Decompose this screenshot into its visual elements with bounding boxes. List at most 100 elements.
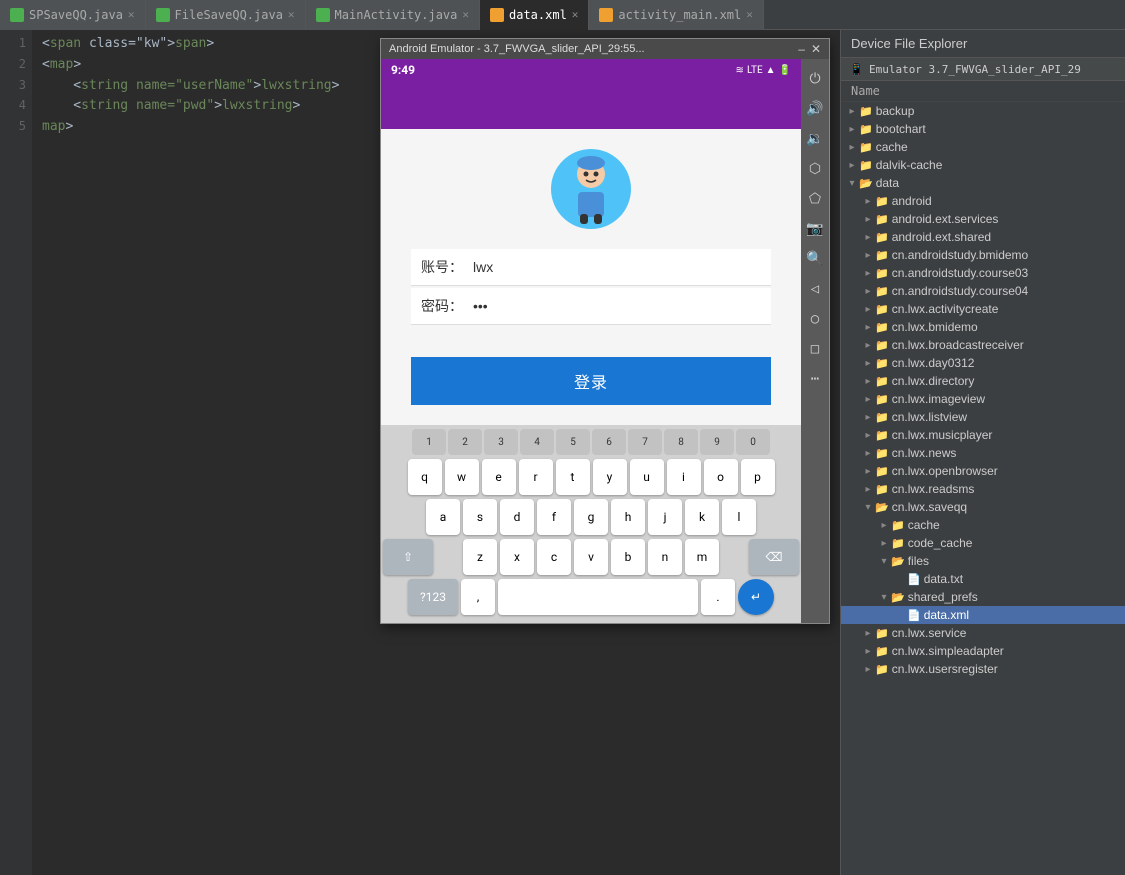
fe-item-cn-androidstudy-bmidemo[interactable]: ▸📁cn.androidstudy.bmidemo — [841, 246, 1125, 264]
tab-activity_main_xml[interactable]: activity_main.xml ✕ — [589, 0, 763, 30]
kb-num-1[interactable]: 1 — [412, 429, 446, 455]
camera-button[interactable]: 📷 — [805, 219, 825, 239]
kb-key-b[interactable]: b — [611, 539, 645, 575]
rotate2-button[interactable]: ⬠ — [805, 189, 825, 209]
kb-key-q[interactable]: q — [408, 459, 442, 495]
fe-item-cn-lwx-broadcastreceiver[interactable]: ▸📁cn.lwx.broadcastreceiver — [841, 336, 1125, 354]
kb-key-k[interactable]: k — [685, 499, 719, 535]
fe-item-cache[interactable]: ▸📁cache — [841, 138, 1125, 156]
comma-key[interactable]: , — [461, 579, 495, 615]
password-field[interactable]: 密码： ••• — [411, 288, 771, 325]
fe-item-cn-lwx-activitycreate[interactable]: ▸📁cn.lwx.activitycreate — [841, 300, 1125, 318]
kb-key-n[interactable]: n — [648, 539, 682, 575]
kb-key-s[interactable]: s — [463, 499, 497, 535]
fe-item-data[interactable]: ▾📂data — [841, 174, 1125, 192]
rotate-button[interactable]: ⬡ — [805, 159, 825, 179]
back-button[interactable]: ◁ — [805, 279, 825, 299]
kb-key-o[interactable]: o — [704, 459, 738, 495]
period-key[interactable]: . — [701, 579, 735, 615]
shift-key[interactable]: ⇧ — [383, 539, 433, 575]
tab-SPSaveQQ[interactable]: SPSaveQQ.java ✕ — [0, 0, 146, 30]
tab-close-SPSaveQQ[interactable]: ✕ — [128, 8, 135, 21]
kb-key-g[interactable]: g — [574, 499, 608, 535]
kb-num-3[interactable]: 3 — [484, 429, 518, 455]
delete-key[interactable]: ⌫ — [749, 539, 799, 575]
kb-num-5[interactable]: 5 — [556, 429, 590, 455]
home-button[interactable]: ○ — [805, 309, 825, 329]
kb-key-h[interactable]: h — [611, 499, 645, 535]
fe-item-cn-androidstudy-course03[interactable]: ▸📁cn.androidstudy.course03 — [841, 264, 1125, 282]
kb-key-l[interactable]: l — [722, 499, 756, 535]
fe-item-cn-lwx-musicplayer[interactable]: ▸📁cn.lwx.musicplayer — [841, 426, 1125, 444]
kb-num-8[interactable]: 8 — [664, 429, 698, 455]
login-button[interactable]: 登录 — [411, 357, 771, 405]
fe-item-cn-lwx-openbrowser[interactable]: ▸📁cn.lwx.openbrowser — [841, 462, 1125, 480]
kb-num-0[interactable]: 0 — [736, 429, 770, 455]
tab-close-activity_main_xml[interactable]: ✕ — [746, 8, 753, 21]
fe-item-cn-androidstudy-course04[interactable]: ▸📁cn.androidstudy.course04 — [841, 282, 1125, 300]
kb-key-t[interactable]: t — [556, 459, 590, 495]
zoom-button[interactable]: 🔍 — [805, 249, 825, 269]
fe-item-files[interactable]: ▾📂files — [841, 552, 1125, 570]
kb-key-e[interactable]: e — [482, 459, 516, 495]
tab-data_xml[interactable]: data.xml ✕ — [480, 0, 589, 30]
fe-item-cn-lwx-service[interactable]: ▸📁cn.lwx.service — [841, 624, 1125, 642]
kb-key-f[interactable]: f — [537, 499, 571, 535]
kb-key-d[interactable]: d — [500, 499, 534, 535]
account-field[interactable]: 账号： lwx — [411, 249, 771, 286]
kb-key-a[interactable]: a — [426, 499, 460, 535]
kb-key-i[interactable]: i — [667, 459, 701, 495]
kb-key-c[interactable]: c — [537, 539, 571, 575]
fe-item-android-ext-services[interactable]: ▸📁android.ext.services — [841, 210, 1125, 228]
kb-num-9[interactable]: 9 — [700, 429, 734, 455]
fe-item-cn-lwx-saveqq[interactable]: ▾📂cn.lwx.saveqq — [841, 498, 1125, 516]
kb-key-z[interactable]: z — [463, 539, 497, 575]
kb-num-4[interactable]: 4 — [520, 429, 554, 455]
minimize-button[interactable]: – — [798, 42, 805, 56]
fe-item-data-xml[interactable]: 📄data.xml — [841, 606, 1125, 624]
fe-item-cn-lwx-bmidemo[interactable]: ▸📁cn.lwx.bmidemo — [841, 318, 1125, 336]
more-button[interactable]: ⋯ — [805, 369, 825, 389]
space-key[interactable] — [498, 579, 698, 615]
kb-num-2[interactable]: 2 — [448, 429, 482, 455]
fe-item-cn-lwx-usersregister[interactable]: ▸📁cn.lwx.usersregister — [841, 660, 1125, 678]
tab-close-MainActivity[interactable]: ✕ — [462, 8, 469, 21]
fe-item-dalvik-cache[interactable]: ▸📁dalvik-cache — [841, 156, 1125, 174]
fe-item-cache[interactable]: ▸📁cache — [841, 516, 1125, 534]
fe-item-data-txt[interactable]: 📄data.txt — [841, 570, 1125, 588]
volume-up-button[interactable]: 🔊 — [805, 99, 825, 119]
close-button[interactable]: ✕ — [811, 42, 821, 56]
kb-key-j[interactable]: j — [648, 499, 682, 535]
fe-item-cn-lwx-news[interactable]: ▸📁cn.lwx.news — [841, 444, 1125, 462]
square-button[interactable]: □ — [805, 339, 825, 359]
power-button[interactable]: ⏻ — [805, 69, 825, 89]
kb-num-7[interactable]: 7 — [628, 429, 662, 455]
kb-key-x[interactable]: x — [500, 539, 534, 575]
tab-close-FileSaveQQ[interactable]: ✕ — [288, 8, 295, 21]
num-switch-key[interactable]: ?123 — [408, 579, 458, 615]
fe-item-bootchart[interactable]: ▸📁bootchart — [841, 120, 1125, 138]
enter-key[interactable]: ↵ — [738, 579, 774, 615]
kb-key-u[interactable]: u — [630, 459, 664, 495]
fe-item-cn-lwx-listview[interactable]: ▸📁cn.lwx.listview — [841, 408, 1125, 426]
fe-item-backup[interactable]: ▸📁backup — [841, 102, 1125, 120]
fe-item-cn-lwx-readsms[interactable]: ▸📁cn.lwx.readsms — [841, 480, 1125, 498]
kb-num-6[interactable]: 6 — [592, 429, 626, 455]
fe-item-cn-lwx-simpleadapter[interactable]: ▸📁cn.lwx.simpleadapter — [841, 642, 1125, 660]
kb-key-p[interactable]: p — [741, 459, 775, 495]
kb-key-m[interactable]: m — [685, 539, 719, 575]
fe-item-cn-lwx-imageview[interactable]: ▸📁cn.lwx.imageview — [841, 390, 1125, 408]
fe-item-android-ext-shared[interactable]: ▸📁android.ext.shared — [841, 228, 1125, 246]
tab-MainActivity[interactable]: MainActivity.java ✕ — [306, 0, 480, 30]
kb-key-y[interactable]: y — [593, 459, 627, 495]
kb-key-r[interactable]: r — [519, 459, 553, 495]
tab-FileSaveQQ[interactable]: FileSaveQQ.java ✕ — [146, 0, 306, 30]
fe-item-cn-lwx-day0312[interactable]: ▸📁cn.lwx.day0312 — [841, 354, 1125, 372]
kb-key-v[interactable]: v — [574, 539, 608, 575]
fe-item-android[interactable]: ▸📁android — [841, 192, 1125, 210]
kb-key-w[interactable]: w — [445, 459, 479, 495]
tab-close-data_xml[interactable]: ✕ — [572, 8, 579, 21]
fe-item-cn-lwx-directory[interactable]: ▸📁cn.lwx.directory — [841, 372, 1125, 390]
fe-item-code_cache[interactable]: ▸📁code_cache — [841, 534, 1125, 552]
fe-item-shared_prefs[interactable]: ▾📂shared_prefs — [841, 588, 1125, 606]
